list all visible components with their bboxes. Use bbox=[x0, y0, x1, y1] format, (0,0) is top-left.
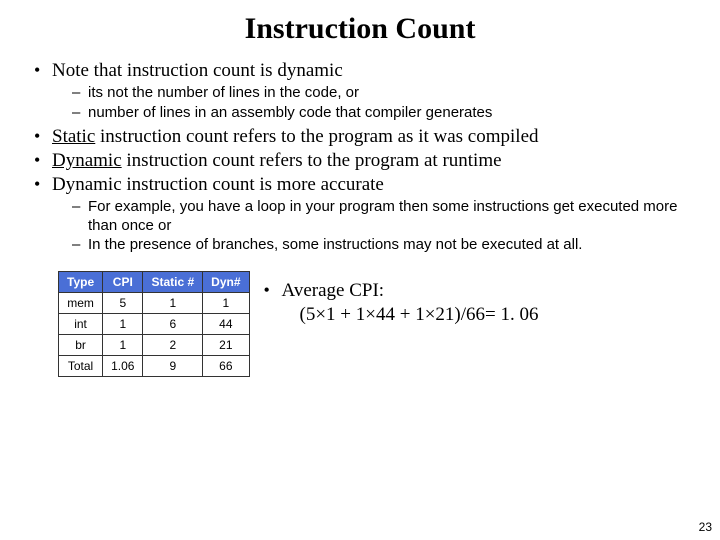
table-row: int 1 6 44 bbox=[59, 314, 250, 335]
page-number: 23 bbox=[699, 520, 712, 534]
table-cell: 66 bbox=[203, 356, 249, 377]
underlined-term: Static bbox=[52, 126, 95, 147]
table-cell: Total bbox=[59, 356, 103, 377]
cpi-table: Type CPI Static # Dyn# mem 5 1 1 int bbox=[58, 271, 250, 377]
table-row: br 1 2 21 bbox=[59, 335, 250, 356]
bullet-item: Static instruction count refers to the p… bbox=[34, 126, 692, 148]
table-cell: 44 bbox=[203, 314, 249, 335]
bullet-item: Dynamic instruction count refers to the … bbox=[34, 150, 692, 172]
lower-row: Type CPI Static # Dyn# mem 5 1 1 int bbox=[0, 271, 720, 377]
table-cell: int bbox=[59, 314, 103, 335]
bullet-item: Note that instruction count is dynamic i… bbox=[34, 60, 692, 122]
sub-bullet-item: In the presence of branches, some instru… bbox=[72, 236, 692, 255]
bullet-text: Dynamic instruction count is more accura… bbox=[52, 174, 384, 195]
table-header: Static # bbox=[143, 272, 203, 293]
table-header: Dyn# bbox=[203, 272, 249, 293]
slide: Instruction Count Note that instruction … bbox=[0, 0, 720, 540]
sub-bullet-list: its not the number of lines in the code,… bbox=[72, 84, 692, 123]
avg-cpi-label: Average CPI: bbox=[282, 280, 385, 301]
table-cell: 9 bbox=[143, 356, 203, 377]
sub-bullet-item: its not the number of lines in the code,… bbox=[72, 84, 692, 103]
table-cell: br bbox=[59, 335, 103, 356]
avg-cpi-block: Average CPI: (5×1 + 1×44 + 1×21)/66= 1. … bbox=[264, 279, 539, 327]
sub-bullet-item: number of lines in an assembly code that… bbox=[72, 104, 692, 123]
slide-title: Instruction Count bbox=[0, 0, 720, 60]
bullet-text: instruction count refers to the program … bbox=[122, 150, 502, 171]
cpi-table-wrap: Type CPI Static # Dyn# mem 5 1 1 int bbox=[58, 271, 250, 377]
table-header-row: Type CPI Static # Dyn# bbox=[59, 272, 250, 293]
bullet-item: Dynamic instruction count is more accura… bbox=[34, 174, 692, 255]
table-cell: 6 bbox=[143, 314, 203, 335]
table-cell: 1.06 bbox=[103, 356, 143, 377]
table-cell: 1 bbox=[143, 293, 203, 314]
bullet-list: Note that instruction count is dynamic i… bbox=[34, 60, 720, 255]
avg-cpi-item: Average CPI: (5×1 + 1×44 + 1×21)/66= 1. … bbox=[264, 279, 539, 327]
table-cell: 5 bbox=[103, 293, 143, 314]
sub-bullet-list: For example, you have a loop in your pro… bbox=[72, 198, 692, 255]
table-cell: 1 bbox=[103, 314, 143, 335]
table-cell: 1 bbox=[203, 293, 249, 314]
table-header: Type bbox=[59, 272, 103, 293]
bullet-text: instruction count refers to the program … bbox=[95, 126, 538, 147]
table-cell: 2 bbox=[143, 335, 203, 356]
table-cell: 21 bbox=[203, 335, 249, 356]
table-cell: 1 bbox=[103, 335, 143, 356]
table-row: Total 1.06 9 66 bbox=[59, 356, 250, 377]
bullet-text: Note that instruction count is dynamic bbox=[52, 60, 343, 81]
avg-cpi-calc: (5×1 + 1×44 + 1×21)/66= 1. 06 bbox=[282, 303, 539, 327]
sub-bullet-item: For example, you have a loop in your pro… bbox=[72, 198, 692, 236]
underlined-term: Dynamic bbox=[52, 150, 122, 171]
table-row: mem 5 1 1 bbox=[59, 293, 250, 314]
table-cell: mem bbox=[59, 293, 103, 314]
table-header: CPI bbox=[103, 272, 143, 293]
